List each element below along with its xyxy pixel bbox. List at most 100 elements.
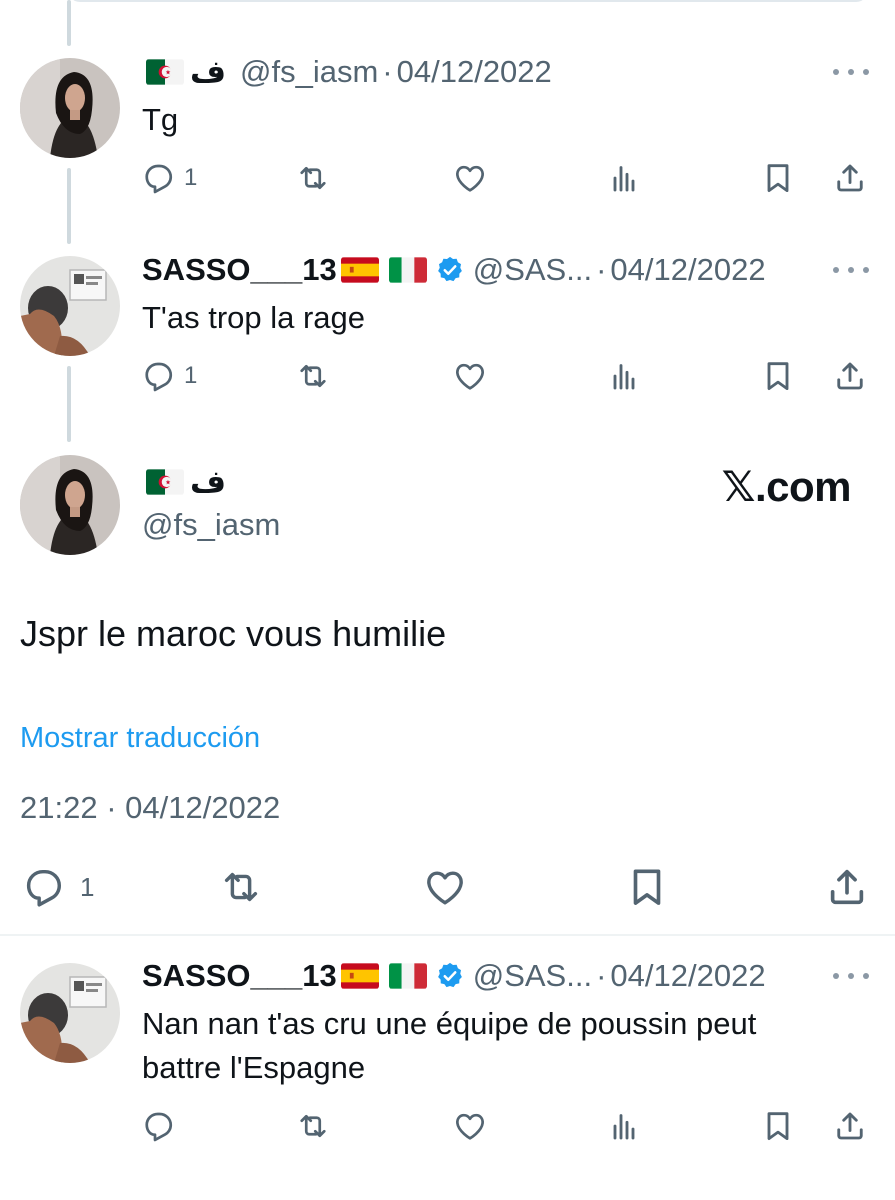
thread-line (67, 168, 71, 244)
retweet-button[interactable] (295, 158, 331, 198)
tweet-date[interactable]: 04/12/2022 (610, 252, 765, 288)
separator: · (382, 54, 393, 89)
share-button[interactable] (824, 862, 870, 912)
reply-button[interactable]: 1 (140, 158, 197, 198)
x-com-watermark: 𝕏.com (721, 463, 852, 510)
spain-flag-icon (341, 963, 379, 989)
divider (0, 934, 895, 936)
spain-flag-icon (341, 257, 379, 283)
verified-badge-icon[interactable] (435, 961, 465, 991)
reply-icon (140, 160, 176, 196)
reply-icon (140, 358, 176, 394)
show-translation-link[interactable]: Mostrar traducción (20, 722, 260, 755)
verified-badge-icon[interactable] (435, 255, 465, 285)
avatar-fs-iasm[interactable] (20, 455, 120, 555)
algeria-flag-icon (146, 469, 184, 495)
display-name[interactable]: ف (190, 464, 226, 500)
bookmark-button[interactable] (760, 356, 796, 396)
reply-icon (20, 864, 66, 910)
retweet-icon (295, 160, 331, 196)
tweet-header: ف @fs_iasm · 04/12/2022 (142, 52, 552, 92)
views-icon (606, 358, 642, 394)
retweet-icon (218, 864, 264, 910)
bookmark-button[interactable] (760, 158, 796, 198)
tweet-actions: 1 (140, 158, 875, 198)
tweet-text-line: Nan nan t'as cru une équipe de poussin p… (142, 1006, 757, 1041)
share-icon (832, 358, 868, 394)
heart-icon (452, 1108, 488, 1144)
reply-count: 1 (80, 871, 95, 902)
views-button[interactable] (606, 356, 642, 396)
like-button[interactable] (452, 356, 488, 396)
share-button[interactable] (832, 158, 868, 198)
user-handle[interactable]: @fs_iasm (142, 507, 280, 543)
views-icon (606, 160, 642, 196)
bookmark-icon (760, 160, 796, 196)
like-button[interactable] (452, 158, 488, 198)
italy-flag-icon (389, 963, 427, 989)
reply-count: 1 (184, 164, 198, 191)
thread-page: ف @fs_iasm · 04/12/2022 Tg 1 SASSO___13 (0, 0, 895, 1200)
views-icon (606, 1108, 642, 1144)
thread-line (67, 366, 71, 442)
share-button[interactable] (832, 1106, 868, 1146)
reply-button[interactable]: 1 (20, 862, 94, 912)
more-icon[interactable] (833, 964, 869, 988)
tweet-actions: 1 (20, 862, 870, 912)
user-handle[interactable]: @fs_iasm (240, 54, 378, 90)
avatar-sasso[interactable] (20, 256, 120, 356)
separator: · (596, 252, 607, 287)
display-name[interactable]: SASSO___13 (142, 958, 337, 994)
tweet-text-line: battre l'Espagne (142, 1050, 366, 1085)
like-button[interactable] (452, 1106, 488, 1146)
separator: · (596, 958, 607, 993)
heart-icon (452, 358, 488, 394)
tweet-text: T'as trop la rage (142, 300, 366, 335)
tweet-header: SASSO___13 @SAS... · 04/12/2022 (142, 956, 766, 996)
tweet-header: SASSO___13 @SAS... · 04/12/2022 (142, 250, 766, 290)
retweet-button[interactable] (218, 862, 264, 912)
views-button[interactable] (606, 158, 642, 198)
reply-count: 1 (184, 362, 198, 389)
tweet-actions (140, 1106, 875, 1146)
bookmark-icon (760, 1108, 796, 1144)
tweet-text: Jspr le maroc vous humilie (20, 613, 447, 654)
tweet-date[interactable]: 04/12/2022 (397, 54, 552, 90)
share-icon (832, 1108, 868, 1144)
bookmark-button[interactable] (760, 1106, 796, 1146)
tweet-text: Tg (142, 102, 179, 137)
previous-card-edge (68, 0, 868, 2)
bookmark-button[interactable] (624, 862, 670, 912)
reply-button[interactable] (140, 1106, 176, 1146)
algeria-flag-icon (146, 59, 184, 85)
retweet-button[interactable] (295, 356, 331, 396)
reply-icon (140, 1108, 176, 1144)
heart-icon (452, 160, 488, 196)
reply-button[interactable]: 1 (140, 356, 197, 396)
like-button[interactable] (422, 862, 468, 912)
tweet-timestamp[interactable]: 21:22 · 04/12/2022 (20, 790, 280, 826)
more-icon[interactable] (833, 60, 869, 84)
tweet-date[interactable]: 04/12/2022 (610, 958, 765, 994)
avatar-fs-iasm[interactable] (20, 58, 120, 158)
share-icon (832, 160, 868, 196)
bookmark-icon (624, 864, 670, 910)
retweet-button[interactable] (295, 1106, 331, 1146)
user-handle[interactable]: @SAS... (473, 958, 592, 994)
more-icon[interactable] (833, 258, 869, 282)
italy-flag-icon (389, 257, 427, 283)
display-name[interactable]: SASSO___13 (142, 252, 337, 288)
avatar-sasso[interactable] (20, 963, 120, 1063)
retweet-icon (295, 1108, 331, 1144)
thread-line (67, 0, 71, 46)
share-button[interactable] (832, 356, 868, 396)
tweet-actions: 1 (140, 356, 875, 396)
bookmark-icon (760, 358, 796, 394)
retweet-icon (295, 358, 331, 394)
tweet-header: ف (142, 462, 226, 502)
heart-icon (422, 864, 468, 910)
display-name[interactable]: ف (190, 54, 226, 90)
views-button[interactable] (606, 1106, 642, 1146)
user-handle[interactable]: @SAS... (473, 252, 592, 288)
share-icon (824, 864, 870, 910)
